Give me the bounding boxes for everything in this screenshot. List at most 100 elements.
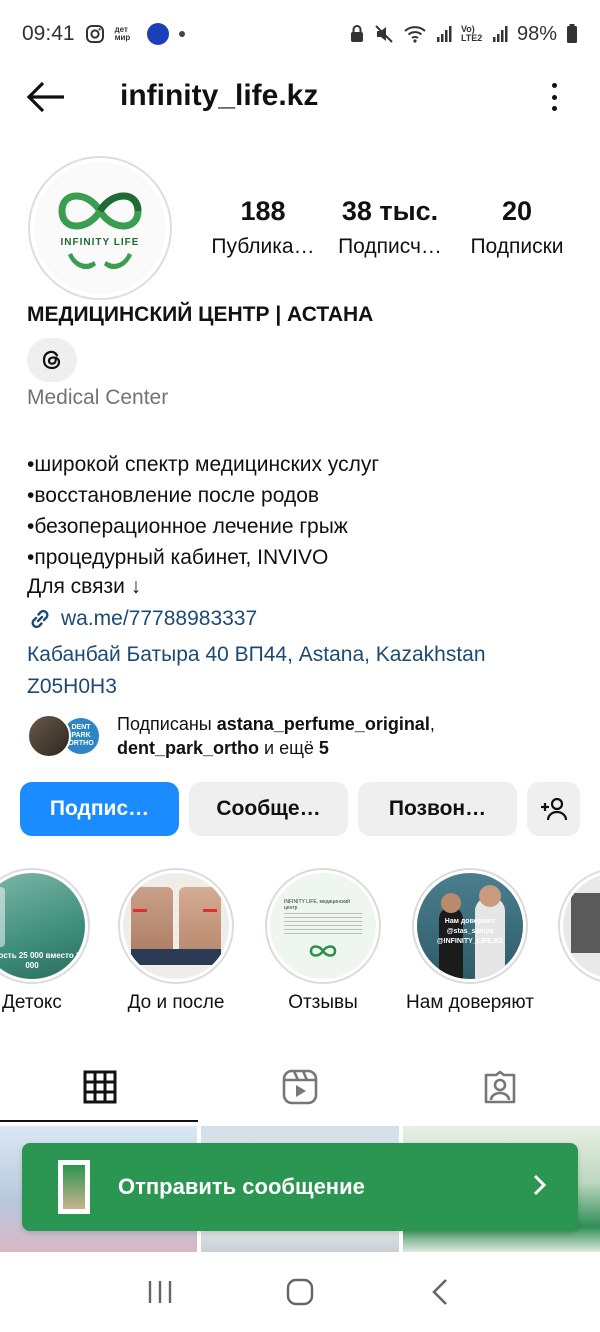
highlight-ring: Нам доверяют @stas_saniya @INFINITY_LIFE… — [412, 868, 528, 984]
stat-following-label: Подписки — [470, 235, 564, 258]
more-notifications-dot — [178, 31, 185, 37]
tab-reels[interactable] — [200, 1052, 400, 1122]
highlight-image-text: Нам доверяют @stas_saniya @INFINITY_LIFE… — [436, 918, 504, 945]
profile-link-text: wa.me/77788983337 — [61, 607, 258, 630]
highlight-label: Детокс — [2, 992, 62, 1013]
chevron-right-icon — [532, 1173, 548, 1202]
signal-icon — [436, 25, 452, 43]
highlight-ring — [558, 868, 600, 984]
threads-icon — [42, 350, 61, 370]
followed-by-user: astana_perfume_original — [216, 714, 430, 734]
highlight-partial[interactable]: А — [546, 868, 600, 1014]
followed-by-comma: , — [429, 714, 435, 734]
highlight-detox[interactable]: тоимость 25 000 вместо 35 000 Детокс — [0, 868, 102, 1014]
send-message-thumbnail — [58, 1160, 90, 1214]
profile-header: infinity_life.kz — [0, 68, 600, 126]
highlight-trust[interactable]: Нам доверяют @stas_saniya @INFINITY_LIFE… — [400, 868, 540, 1014]
link-icon — [31, 609, 49, 629]
send-message-label: Отправить сообщение — [118, 1174, 365, 1199]
stat-posts-label: Публика… — [211, 235, 315, 258]
follower-avatar — [27, 714, 71, 758]
home-icon — [286, 1278, 314, 1306]
followed-by-prefix: Подписаны — [117, 714, 217, 734]
status-left: 09:41 дет мир — [22, 22, 185, 46]
profile-category: Medical Center — [27, 386, 169, 409]
detmir-icon: дет мир — [114, 25, 131, 42]
story-highlights: тоимость 25 000 вместо 35 000 Детокс До … — [0, 868, 600, 1018]
message-button[interactable]: Сообще… — [189, 782, 348, 836]
followed-by-text: Подписаны astana_perfume_original, dent_… — [117, 712, 435, 760]
status-bar: 09:41 дет мир Vo) LTE2 98% — [0, 0, 600, 68]
bio-line: •безоперационное лечение грыж — [27, 515, 348, 538]
stat-following[interactable]: 20 Подписки — [454, 196, 580, 259]
followed-by-user: dent_park_ortho — [117, 738, 260, 758]
call-button[interactable]: Позвон… — [358, 782, 517, 836]
profile-address[interactable]: Кабанбай Батыра 40 ВП44, Astana, Kazakhs… — [27, 639, 567, 703]
battery-icon — [566, 24, 578, 44]
highlight-image-text: тоимость 25 000 вместо 35 000 — [0, 951, 85, 970]
highlight-label: До и после — [127, 992, 225, 1013]
recents-icon — [148, 1281, 172, 1303]
avatar-logo: INFINITY LIFE — [34, 162, 166, 294]
follow-button[interactable]: Подпис… — [20, 782, 179, 836]
threads-link-button[interactable] — [27, 338, 77, 382]
signal-icon-2 — [492, 25, 508, 43]
followed-by-more: 5 — [318, 738, 329, 758]
stat-posts-value: 188 — [240, 196, 286, 226]
address-line: Кабанбай Батыра 40 ВП44, Astana, Kazakhs… — [27, 643, 486, 666]
followed-by-row[interactable]: DENT PARK ORTHO Подписаны astana_perfume… — [27, 712, 435, 760]
highlight-image — [123, 873, 229, 979]
suggested-users-button[interactable] — [527, 782, 580, 836]
followed-by-suffix: и ещё — [259, 738, 319, 758]
bio-contact-line: Для связи ↓ — [27, 575, 142, 598]
more-dot-icon — [551, 94, 557, 100]
highlight-ring — [118, 868, 234, 984]
home-button[interactable] — [270, 1267, 330, 1317]
profile-full-name: МЕДИЦИНСКИЙ ЦЕНТР | АСТАНА — [27, 303, 374, 326]
tagged-icon — [484, 1070, 516, 1104]
mute-icon — [374, 24, 394, 44]
arrow-left-icon — [26, 81, 64, 113]
system-nav-bar — [0, 1252, 600, 1332]
highlight-label: А — [546, 992, 600, 1014]
app-notification-icon — [146, 23, 169, 45]
highlight-before-after[interactable]: До и после — [106, 868, 246, 1014]
more-options-button[interactable] — [546, 80, 562, 114]
grid-icon — [83, 1070, 117, 1104]
back-button[interactable] — [26, 80, 66, 114]
highlight-label: Нам доверяют — [406, 992, 534, 1013]
profile-avatar[interactable]: INFINITY LIFE — [28, 156, 172, 300]
wifi-icon — [403, 24, 427, 44]
highlight-ring: тоимость 25 000 вместо 35 000 — [0, 868, 90, 984]
bio-line: •широкой спектр медицинских услуг — [27, 453, 379, 476]
highlight-reviews[interactable]: INFINITY LIFE, медицинский центр Отзывы — [253, 868, 393, 1014]
bio-line: •процедурный кабинет, INVIVO — [27, 546, 329, 569]
add-user-icon — [540, 797, 567, 821]
battery-percent: 98% — [516, 22, 557, 45]
profile-bio: •широкой спектр медицинских услуг •восст… — [27, 449, 379, 573]
more-dot-icon — [551, 106, 557, 111]
avatar-logo-text: INFINITY LIFE — [61, 237, 140, 248]
address-line: Z05H0H3 — [27, 675, 117, 698]
tab-posts-grid[interactable] — [0, 1052, 200, 1122]
stat-following-value: 20 — [501, 196, 533, 226]
send-message-banner[interactable]: Отправить сообщение — [22, 1143, 578, 1231]
profile-link[interactable]: wa.me/77788983337 — [27, 606, 257, 632]
profile-actions: Подпис… Сообще… Позвон… — [20, 782, 580, 836]
status-time: 09:41 — [22, 22, 75, 45]
back-nav-button[interactable] — [410, 1267, 470, 1317]
highlight-image-text: INFINITY LIFE, медицинский центр — [284, 899, 350, 911]
lock-icon — [349, 24, 365, 44]
highlight-image: INFINITY LIFE, медицинский центр — [270, 873, 376, 979]
highlight-image: тоимость 25 000 вместо 35 000 — [0, 873, 85, 979]
highlight-image: Нам доверяют @stas_saniya @INFINITY_LIFE… — [417, 873, 523, 979]
bio-line: •восстановление после родов — [27, 484, 320, 507]
recent-apps-button[interactable] — [130, 1267, 190, 1317]
stat-posts[interactable]: 188 Публика… — [200, 196, 326, 259]
tab-tagged[interactable] — [400, 1052, 600, 1122]
profile-username: infinity_life.kz — [120, 79, 319, 112]
highlight-image — [563, 873, 600, 979]
stat-followers[interactable]: 38 тыс. Подписч… — [327, 196, 453, 259]
network-label: Vo) LTE2 — [460, 24, 483, 43]
status-right: Vo) LTE2 98% — [349, 23, 578, 46]
